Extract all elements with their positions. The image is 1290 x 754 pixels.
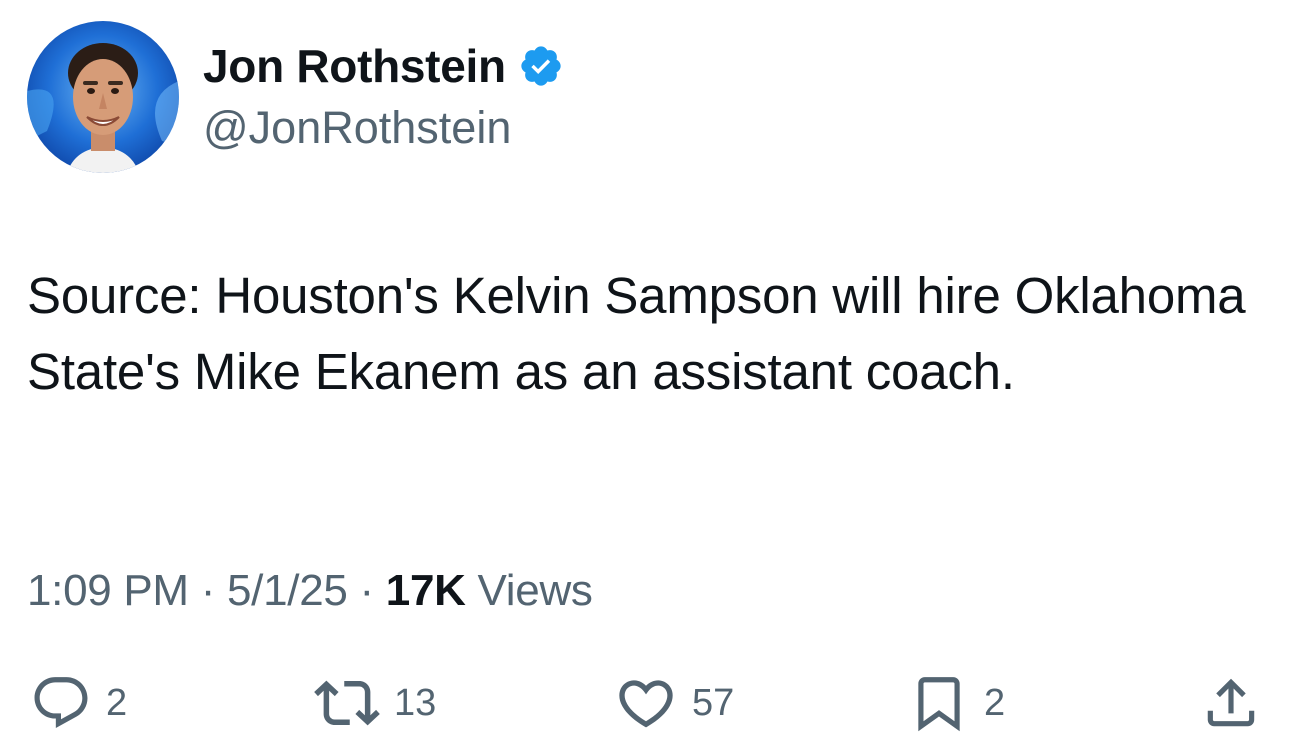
bookmark-button[interactable]: 2: [908, 672, 1005, 734]
bookmark-icon: [918, 677, 960, 732]
bookmark-count: 2: [984, 681, 1006, 724]
author-handle[interactable]: @JonRothstein: [203, 102, 511, 154]
like-count: 57: [692, 681, 735, 724]
repost-icon: [314, 680, 380, 726]
tweet-time[interactable]: 1:09 PM: [27, 566, 189, 615]
display-name[interactable]: Jon Rothstein: [203, 39, 506, 93]
author-name-row[interactable]: Jon Rothstein: [203, 38, 564, 94]
like-button[interactable]: 57: [614, 672, 734, 734]
tweet-text: Source: Houston's Kelvin Sampson will hi…: [27, 267, 1246, 400]
avatar-image: [27, 21, 179, 173]
views-label: Views: [477, 566, 593, 615]
heart-icon: [619, 680, 673, 728]
reply-count: 2: [106, 681, 128, 724]
share-button[interactable]: [1200, 672, 1262, 734]
tweet-date[interactable]: 5/1/25: [227, 566, 348, 615]
repost-button[interactable]: 13: [314, 672, 436, 734]
tweet-meta: 1:09 PM · 5/1/25 · 17K Views: [27, 566, 593, 616]
share-icon: [1207, 678, 1255, 727]
meta-separator: ·: [200, 566, 216, 615]
verified-badge-icon[interactable]: [518, 43, 564, 89]
meta-separator: ·: [359, 566, 374, 615]
reply-button[interactable]: 2: [30, 672, 127, 734]
avatar[interactable]: [27, 21, 179, 173]
reply-icon: [34, 677, 88, 729]
repost-count: 13: [394, 681, 437, 724]
views-count: 17K: [385, 566, 466, 615]
